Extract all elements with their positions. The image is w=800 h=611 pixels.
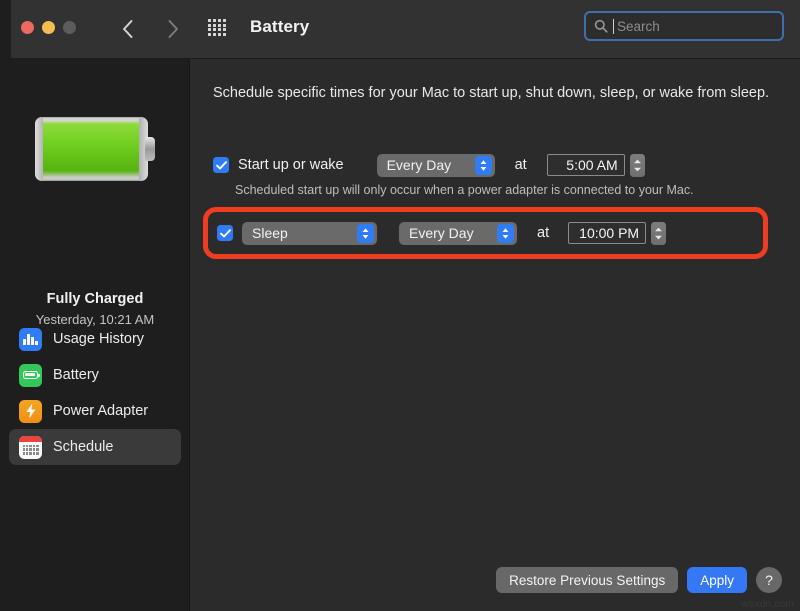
usage-history-icon	[19, 327, 42, 351]
apply-button[interactable]: Apply	[687, 567, 747, 593]
search-icon	[594, 19, 608, 33]
sidebar-item-usage-history[interactable]: Usage History	[9, 321, 181, 357]
startup-at-label: at	[514, 157, 527, 173]
back-button[interactable]	[115, 13, 139, 45]
sleep-action-value: Sleep	[252, 225, 288, 241]
navigation-arrows	[115, 13, 185, 45]
startup-day-value: Every Day	[386, 157, 452, 173]
sleep-time-field[interactable]: 10:00 PM	[568, 222, 647, 244]
sidebar-item-label: Power Adapter	[53, 403, 149, 419]
sidebar-list: Usage History Battery Power Adapter Sche…	[9, 321, 181, 465]
sidebar-item-label: Usage History	[53, 331, 145, 347]
sidebar-item-schedule[interactable]: Schedule	[9, 429, 181, 465]
text-cursor	[613, 18, 614, 34]
sleep-action-popup[interactable]: Sleep	[242, 221, 377, 245]
watermark: wsxdn.com	[741, 598, 794, 610]
sidebar-item-label: Battery	[53, 367, 99, 383]
startup-note-text: Scheduled start up will only occur when …	[235, 183, 694, 197]
chevron-up-down-icon	[474, 155, 492, 175]
search-field[interactable]: Search	[584, 11, 784, 41]
sleep-day-value: Every Day	[409, 225, 474, 241]
close-button[interactable]	[21, 21, 34, 34]
battery-terminal-nub	[145, 137, 155, 161]
content-pane: Schedule specific times for your Mac to …	[191, 59, 800, 611]
search-placeholder: Search	[617, 18, 660, 34]
battery-status-text: Fully Charged	[46, 291, 144, 307]
page-title: Battery	[250, 17, 310, 36]
help-button[interactable]: ?	[756, 567, 782, 593]
startup-time-value: 5:00 AM	[566, 157, 618, 173]
sleep-at-label: at	[537, 225, 550, 241]
footer-buttons: Restore Previous Settings Apply ?	[496, 567, 782, 593]
sleep-time-value: 10:00 PM	[579, 225, 640, 241]
battery-preferences-window: Battery Search Fully Charged Yesterday, …	[0, 0, 800, 611]
sidebar-item-label: Schedule	[53, 439, 114, 455]
schedule-calendar-icon	[19, 435, 42, 459]
startup-schedule-row: Start up or wake Every Day at 5:00 AM	[213, 152, 645, 178]
battery-left-cap	[35, 117, 43, 181]
forward-button[interactable]	[161, 13, 185, 45]
sleep-checkbox[interactable]	[217, 225, 233, 241]
show-all-preferences-icon[interactable]	[208, 19, 226, 36]
intro-text: Schedule specific times for your Mac to …	[213, 85, 770, 101]
window-controls	[21, 21, 76, 34]
battery-icon	[19, 363, 42, 387]
zoom-button[interactable]	[63, 21, 76, 34]
chevron-up-down-icon	[497, 223, 514, 243]
sidebar-item-battery[interactable]: Battery	[9, 357, 181, 393]
startup-time-stepper[interactable]	[629, 153, 645, 177]
titlebar: Battery Search	[0, 0, 800, 59]
sidebar: Fully Charged Yesterday, 10:21 AM Usage …	[0, 59, 190, 611]
startup-checkbox[interactable]	[213, 157, 229, 173]
sidebar-item-power-adapter[interactable]: Power Adapter	[9, 393, 181, 429]
battery-status-graphic	[35, 117, 155, 181]
sleep-schedule-row: Sleep Every Day at 10:00 PM	[217, 220, 667, 246]
titlebar-sidebar-fill	[0, 0, 11, 59]
power-adapter-icon	[19, 399, 42, 423]
battery-body	[35, 117, 148, 181]
restore-previous-settings-button[interactable]: Restore Previous Settings	[496, 567, 679, 593]
startup-time-field[interactable]: 5:00 AM	[546, 154, 625, 176]
sleep-time-stepper[interactable]	[651, 221, 667, 245]
minimize-button[interactable]	[42, 21, 55, 34]
startup-checkbox-label: Start up or wake	[238, 157, 344, 173]
chevron-up-down-icon	[357, 223, 374, 243]
startup-day-popup[interactable]: Every Day	[376, 153, 495, 177]
sleep-day-popup[interactable]: Every Day	[399, 221, 517, 245]
